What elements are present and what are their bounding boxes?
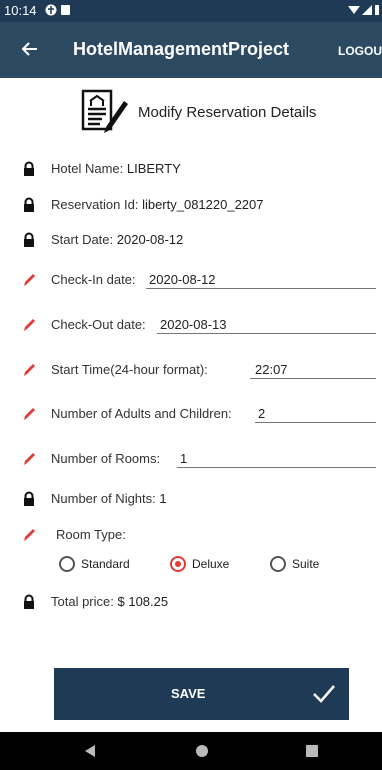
adults-children-row: Number of Adults and Children: 2: [0, 402, 382, 426]
check-out-row: Check-Out date: 2020-08-13: [0, 313, 382, 337]
lock-icon: [22, 197, 36, 213]
nav-home-icon[interactable]: [195, 744, 209, 763]
start-time-label: Start Time(24-hour format):: [51, 362, 208, 377]
reservation-id-label: Reservation Id: liberty_081220_2207: [51, 197, 264, 212]
room-type-label: Room Type:: [56, 527, 126, 542]
back-arrow-icon[interactable]: [21, 36, 38, 63]
hotel-name-row: Hotel Name: LIBERTY: [0, 157, 382, 181]
total-price-row: Total price: $ 108.25: [0, 590, 382, 614]
pencil-icon: [22, 362, 36, 378]
logout-button[interactable]: LOGOUT: [338, 44, 382, 58]
radio-circle[interactable]: [59, 556, 75, 572]
lock-icon: [22, 161, 36, 177]
rooms-input[interactable]: 1: [177, 449, 376, 468]
radio-standard[interactable]: Standard: [59, 552, 130, 576]
lock-icon: [22, 491, 36, 507]
check-out-label: Check-Out date:: [51, 317, 146, 332]
start-time-input[interactable]: 22:07: [250, 360, 376, 379]
pencil-icon: [22, 317, 36, 333]
save-button[interactable]: SAVE: [54, 668, 349, 720]
lock-icon: [22, 232, 36, 248]
pencil-icon: [22, 272, 36, 288]
app-title: HotelManagementProject: [73, 39, 290, 59]
nights-value: 1: [159, 491, 167, 506]
nights-row: Number of Nights: 1: [0, 487, 382, 511]
status-time: 10:14: [4, 3, 37, 18]
start-date-value: 2020-08-12: [116, 232, 184, 247]
status-notification-icons: [45, 3, 75, 20]
adults-children-label: Number of Adults and Children:: [51, 406, 232, 421]
nav-recents-icon[interactable]: [306, 744, 318, 762]
start-time-row: Start Time(24-hour format): 22:07: [0, 358, 382, 382]
room-type-radio-group: Standard Deluxe Suite: [0, 552, 382, 576]
pencil-icon: [22, 451, 36, 467]
radio-suite-label: Suite: [292, 557, 320, 571]
total-price-label: Total price: $ 108.25: [51, 594, 169, 609]
radio-deluxe[interactable]: Deluxe: [170, 552, 229, 576]
hotel-name-value: LIBERTY: [126, 161, 181, 176]
save-button-label: SAVE: [171, 686, 206, 701]
pencil-icon: [22, 406, 36, 422]
room-type-row: Room Type:: [0, 523, 382, 547]
rooms-row: Number of Rooms: 1: [0, 447, 382, 471]
radio-circle-selected[interactable]: [170, 556, 186, 572]
rooms-label: Number of Rooms:: [51, 451, 161, 466]
app-bar: HotelManagementProject LOGOUT: [0, 22, 382, 78]
lock-icon: [22, 594, 36, 610]
status-signal-icons: [346, 3, 380, 20]
reservation-id-row: Reservation Id: liberty_081220_2207: [0, 193, 382, 217]
radio-standard-label: Standard: [81, 557, 130, 571]
radio-circle[interactable]: [270, 556, 286, 572]
hotel-name-label: Hotel Name: LIBERTY: [51, 161, 181, 176]
radio-deluxe-label: Deluxe: [192, 557, 230, 571]
nav-back-icon[interactable]: [84, 744, 96, 763]
system-nav-bar: [0, 732, 382, 770]
radio-suite[interactable]: Suite: [270, 552, 319, 576]
status-bar: 10:14: [0, 0, 382, 22]
check-in-row: Check-In date: 2020-08-12: [0, 268, 382, 292]
check-in-label: Check-In date:: [51, 272, 136, 287]
start-date-row: Start Date: 2020-08-12: [0, 228, 382, 252]
total-price-value: $ 108.25: [117, 594, 169, 609]
edit-document-icon: [80, 87, 128, 135]
check-out-input[interactable]: 2020-08-13: [157, 315, 376, 334]
pencil-icon: [22, 527, 36, 543]
nights-label: Number of Nights: 1: [51, 491, 167, 506]
checkmark-icon: [311, 680, 337, 706]
reservation-id-value: liberty_081220_2207: [142, 197, 264, 212]
adults-children-input[interactable]: 2: [255, 404, 376, 423]
start-date-label: Start Date: 2020-08-12: [51, 232, 184, 247]
check-in-input[interactable]: 2020-08-12: [146, 270, 376, 289]
page-title: Modify Reservation Details: [138, 104, 317, 121]
